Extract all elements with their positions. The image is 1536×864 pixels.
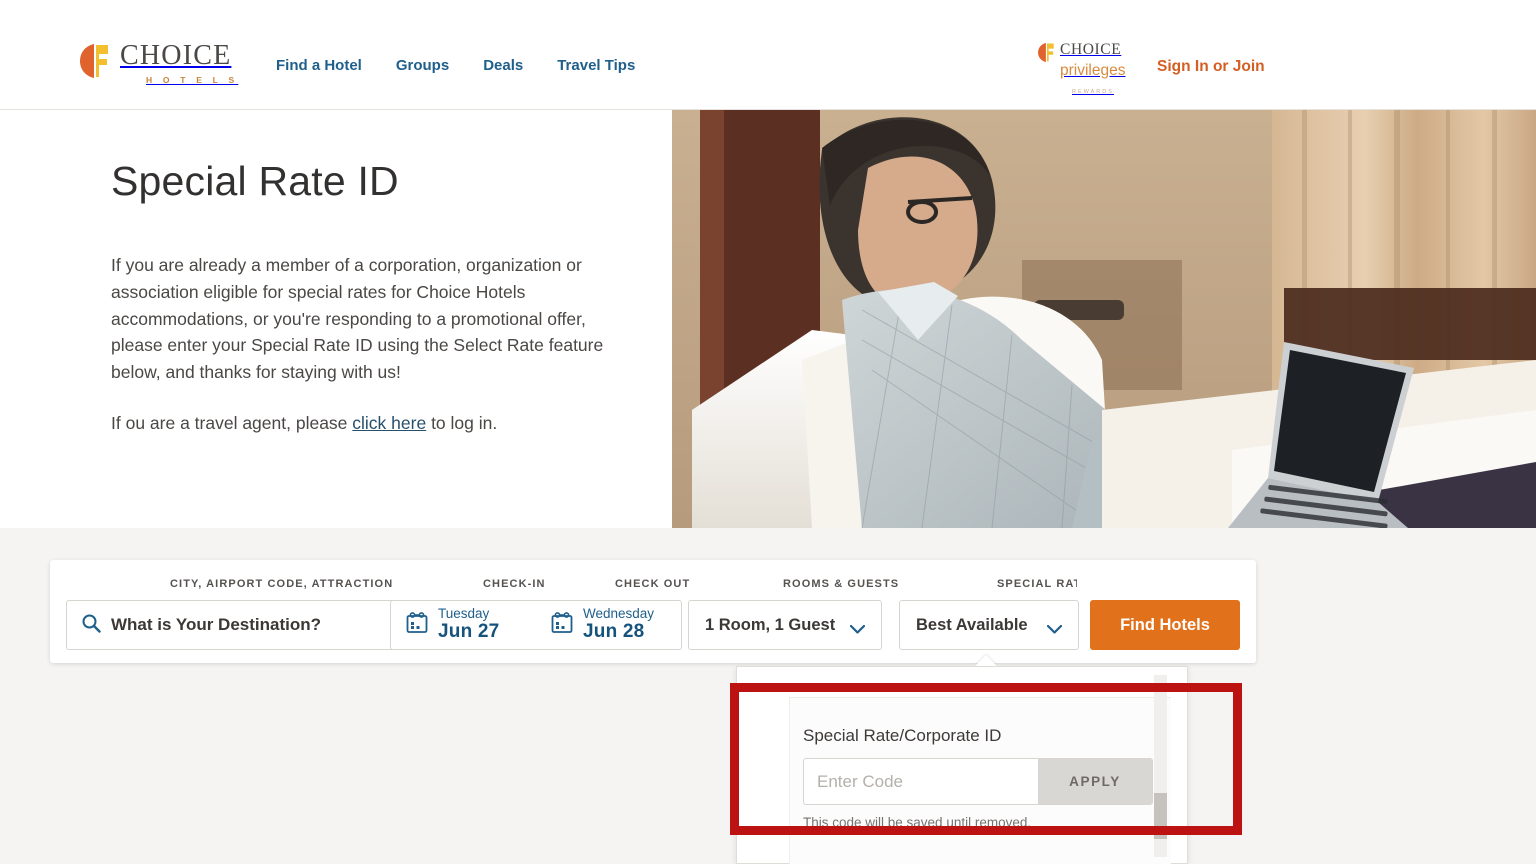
chevron-down-icon [1046,621,1063,634]
dropdown-pointer-caret [975,655,997,666]
nav-item-groups[interactable]: Groups [396,57,449,74]
corporate-id-input[interactable] [804,759,1038,804]
check-out-day-of-week: Wednesday [583,606,655,622]
calendar-icon [550,611,574,640]
calendar-icon [405,611,429,640]
logo-subtext: H O T E L S [146,75,239,85]
check-in-text: Tuesday Jun 27 [438,607,499,642]
nav-item-find-a-hotel[interactable]: Find a Hotel [276,57,362,74]
date-range-picker: Tuesday Jun 27 Wednesday Jun 28 [390,600,682,650]
label-destination: CITY, AIRPORT CODE, ATTRACTION [170,578,394,590]
choice-logo-text: CHOICE H O T E L S [120,40,239,86]
label-special-rate: SPECIAL RATE [997,578,1077,590]
special-rate-select[interactable]: Best Available [899,600,1079,650]
hotel-search-bar: CITY, AIRPORT CODE, ATTRACTION CHECK-IN … [50,560,1256,663]
site-header: CHOICE H O T E L S Find a Hotel Groups D… [0,0,1536,110]
check-in-date: Jun 27 [438,621,500,643]
choice-privileges-logo[interactable]: CHOICE privileges REWARDS [1038,42,1142,98]
find-hotels-button[interactable]: Find Hotels [1090,600,1240,650]
rooms-guests-select[interactable]: 1 Room, 1 Guest [688,600,882,650]
special-rate-panel-inner: Special Rate/Corporate ID APPLY This cod… [789,697,1171,864]
click-here-link[interactable]: click here [352,413,426,433]
choice-privileges-icon [1038,43,1056,62]
travel-agent-text-after: to log in. [426,412,498,433]
label-check-out: CHECK OUT [615,578,691,590]
hero-text-panel: Special Rate ID If you are already a mem… [0,110,672,528]
rooms-guests-value: 1 Room, 1 Guest [705,615,836,634]
logo-wordmark: CHOICE [120,40,232,71]
search-icon [81,613,101,638]
hero-paragraph-2: If ou are a travel agent, please click h… [111,410,626,437]
panel-scrollbar-thumb[interactable] [1154,793,1167,839]
hero-body-copy: If you are already a member of a corpora… [111,252,626,437]
page-root: CHOICE H O T E L S Find a Hotel Groups D… [0,0,1536,864]
destination-input-wrapper[interactable]: What is Your Destination? [66,600,407,650]
choice-hotels-logo[interactable]: CHOICE H O T E L S [80,42,238,85]
sign-in-or-join-link[interactable]: Sign In or Join [1157,58,1265,76]
hero-image [672,110,1536,528]
travel-agent-text-before: If ou are a travel agent, please [111,412,353,433]
special-rate-value: Best Available [916,615,1028,634]
label-rooms-guests: ROOMS & GUESTS [783,578,900,590]
special-rate-panel-title: Special Rate/Corporate ID [803,726,1002,745]
check-in-field[interactable]: Tuesday Jun 27 [391,601,536,649]
special-rate-dropdown-panel: Special Rate/Corporate ID APPLY This cod… [736,666,1188,864]
destination-input[interactable]: What is Your Destination? [111,615,321,635]
privileges-rewards-text: REWARDS [1072,89,1114,95]
corporate-id-input-row: APPLY [803,758,1153,805]
check-in-day-of-week: Tuesday [438,606,490,622]
hero-paragraph-1: If you are already a member of a corpora… [111,255,604,383]
check-out-field[interactable]: Wednesday Jun 28 [536,601,681,649]
privileges-wordmark: CHOICE [1060,41,1122,58]
privileges-subword: privileges [1060,62,1126,79]
check-out-text: Wednesday Jun 28 [583,607,654,642]
label-check-in: CHECK-IN [483,578,546,590]
nav-item-deals[interactable]: Deals [483,57,523,74]
apply-button[interactable]: APPLY [1038,759,1152,804]
nav-item-travel-tips[interactable]: Travel Tips [557,57,635,74]
page-title: Special Rate ID [111,158,399,204]
chevron-down-icon [849,621,866,634]
check-out-date: Jun 28 [583,621,645,643]
corporate-id-note: This code will be saved until removed. [803,815,1032,830]
choice-logo-icon [80,44,112,78]
primary-nav: Find a Hotel Groups Deals Travel Tips [276,57,635,74]
privileges-logo-row: CHOICE [1038,42,1142,62]
